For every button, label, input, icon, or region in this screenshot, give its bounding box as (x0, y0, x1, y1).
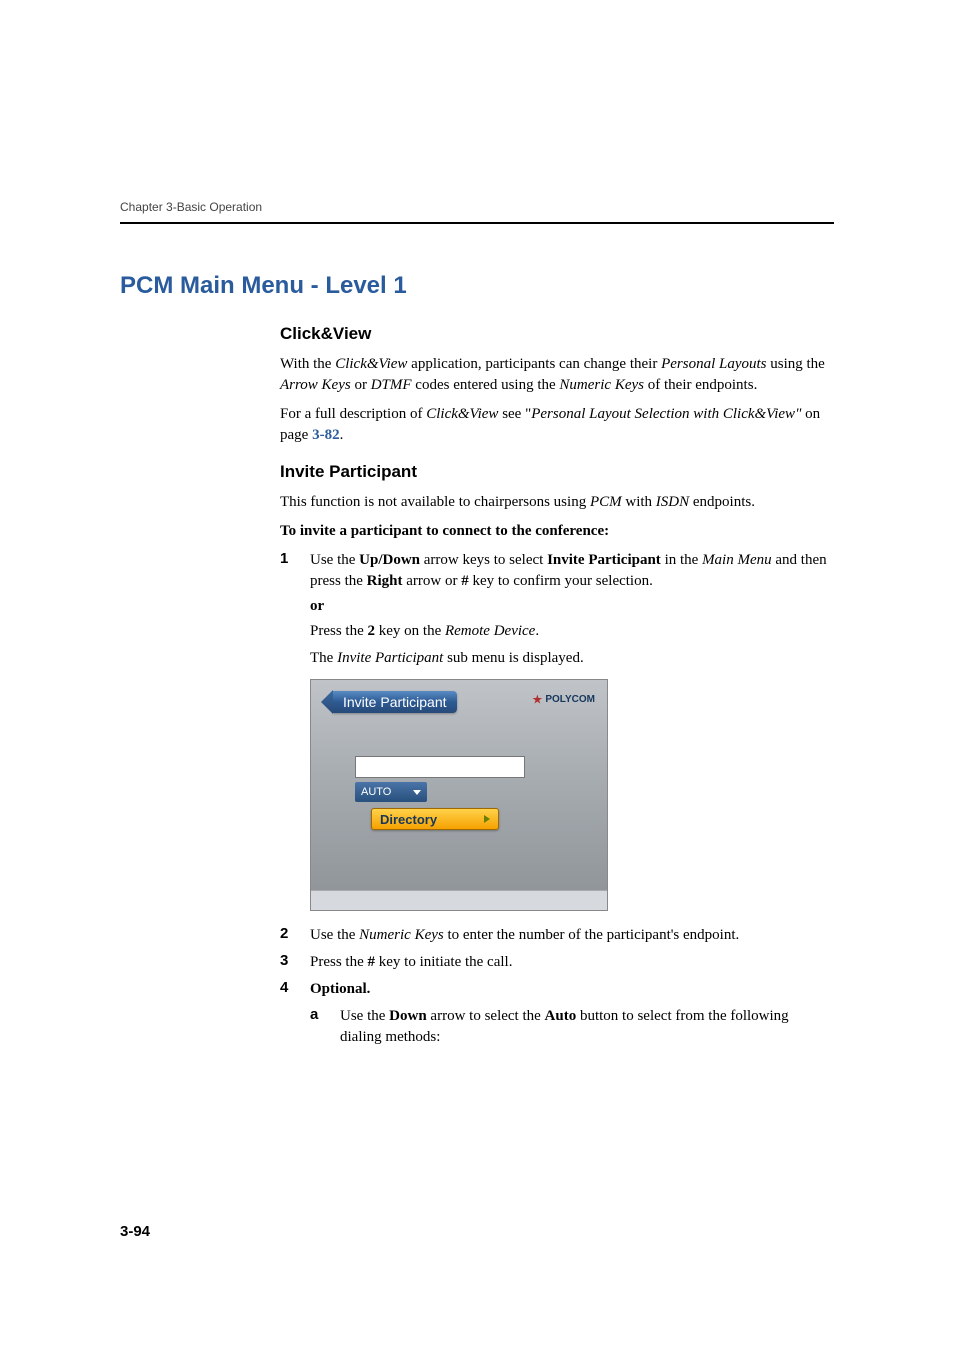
number-input (355, 756, 525, 778)
invite-intro: This function is not available to chairp… (280, 492, 834, 513)
page-title: PCM Main Menu - Level 1 (120, 272, 834, 300)
brand-logo: POLYCOM (532, 694, 595, 705)
breadcrumb-tab: Invite Participant (333, 691, 457, 713)
click-view-para-2: For a full description of Click&View see… (280, 404, 834, 446)
step-2: 2 Use the Numeric Keys to enter the numb… (280, 925, 834, 946)
step-1-number: 1 (280, 550, 310, 592)
step-1: 1 Use the Up/Down arrow keys to select I… (280, 550, 834, 592)
page-number: 3-94 (120, 1223, 150, 1240)
chevron-down-icon (413, 790, 421, 795)
step-4: 4 Optional. (280, 979, 834, 1000)
step-3: 3 Press the # key to initiate the call. (280, 952, 834, 973)
step-1-alt-press: Press the 2 key on the Remote Device. (310, 621, 834, 642)
auto-dropdown: AUTO (355, 782, 427, 802)
step-1-or: or (310, 598, 834, 615)
directory-button: Directory (371, 808, 499, 830)
invite-participant-screenshot: Invite Participant POLYCOM AUTO Director… (310, 679, 608, 911)
step-3-number: 3 (280, 952, 310, 973)
step-4-number: 4 (280, 979, 310, 1000)
polycom-icon (532, 695, 542, 705)
step-2-number: 2 (280, 925, 310, 946)
section-click-view-title: Click&View (280, 324, 834, 344)
page-link-3-82[interactable]: 3-82 (312, 427, 340, 443)
screenshot-footer (311, 890, 607, 910)
step-4a: a Use the Down arrow to select the Auto … (310, 1006, 834, 1048)
invite-lead: To invite a participant to connect to th… (280, 521, 834, 542)
section-invite-title: Invite Participant (280, 462, 834, 482)
step-1-result: The Invite Participant sub menu is displ… (310, 648, 834, 669)
chevron-right-icon (484, 815, 490, 823)
step-4a-letter: a (310, 1006, 340, 1048)
click-view-para-1: With the Click&View application, partici… (280, 354, 834, 396)
chapter-header: Chapter 3-Basic Operation (120, 200, 834, 224)
breadcrumb-back-icon (321, 690, 333, 714)
